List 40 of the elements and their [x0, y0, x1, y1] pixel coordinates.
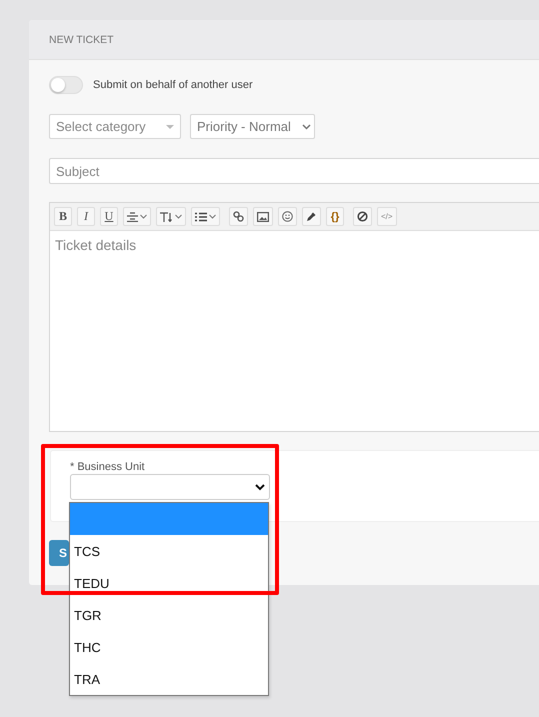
textsize-button[interactable]	[156, 207, 186, 226]
behalf-toggle[interactable]	[49, 76, 83, 94]
image-icon	[257, 212, 269, 222]
dropdown-option[interactable]: TRA	[70, 663, 268, 695]
caret-icon	[302, 124, 311, 130]
dropdown-option[interactable]: TGR	[70, 599, 268, 631]
list-icon	[195, 212, 207, 222]
align-button[interactable]	[123, 207, 151, 226]
align-icon	[127, 212, 138, 222]
caret-icon	[209, 214, 216, 219]
eyedropper-icon	[306, 211, 317, 222]
rich-text-editor[interactable]: B I U {} </> Ticket details	[49, 202, 539, 432]
caret-icon	[175, 214, 182, 219]
card-title: NEW TICKET	[49, 34, 114, 46]
caret-icon	[166, 124, 174, 128]
priority-select[interactable]: Priority - Normal	[190, 114, 315, 139]
list-button[interactable]	[191, 207, 220, 226]
caret-icon	[255, 484, 265, 490]
smiley-icon	[282, 211, 293, 222]
format-button[interactable]: I	[77, 207, 95, 226]
dropdown-option[interactable]: TCS	[70, 535, 268, 567]
link-icon	[233, 211, 244, 222]
submit-button[interactable]: S	[49, 540, 69, 566]
format-button[interactable]: U	[100, 207, 118, 226]
format-button[interactable]: B	[54, 207, 72, 226]
emoji-button[interactable]	[278, 207, 297, 226]
text-size-icon	[160, 212, 173, 222]
image-button[interactable]	[253, 207, 273, 226]
dropdown-option[interactable]: THC	[70, 631, 268, 663]
dropper-button[interactable]	[302, 207, 321, 226]
format-button[interactable]: {}	[326, 207, 344, 226]
toggle-label: Submit on behalf of another user	[93, 79, 253, 91]
subject-field[interactable]: Subject	[49, 158, 539, 184]
link-button[interactable]	[229, 207, 248, 226]
field-label: * Business Unit	[70, 461, 146, 473]
clear-button[interactable]	[353, 207, 372, 226]
clear-format-icon	[357, 211, 368, 222]
caret-icon	[140, 214, 147, 219]
dropdown-option[interactable]: TEDU	[70, 567, 268, 599]
category-select[interactable]: Select category	[49, 114, 181, 139]
